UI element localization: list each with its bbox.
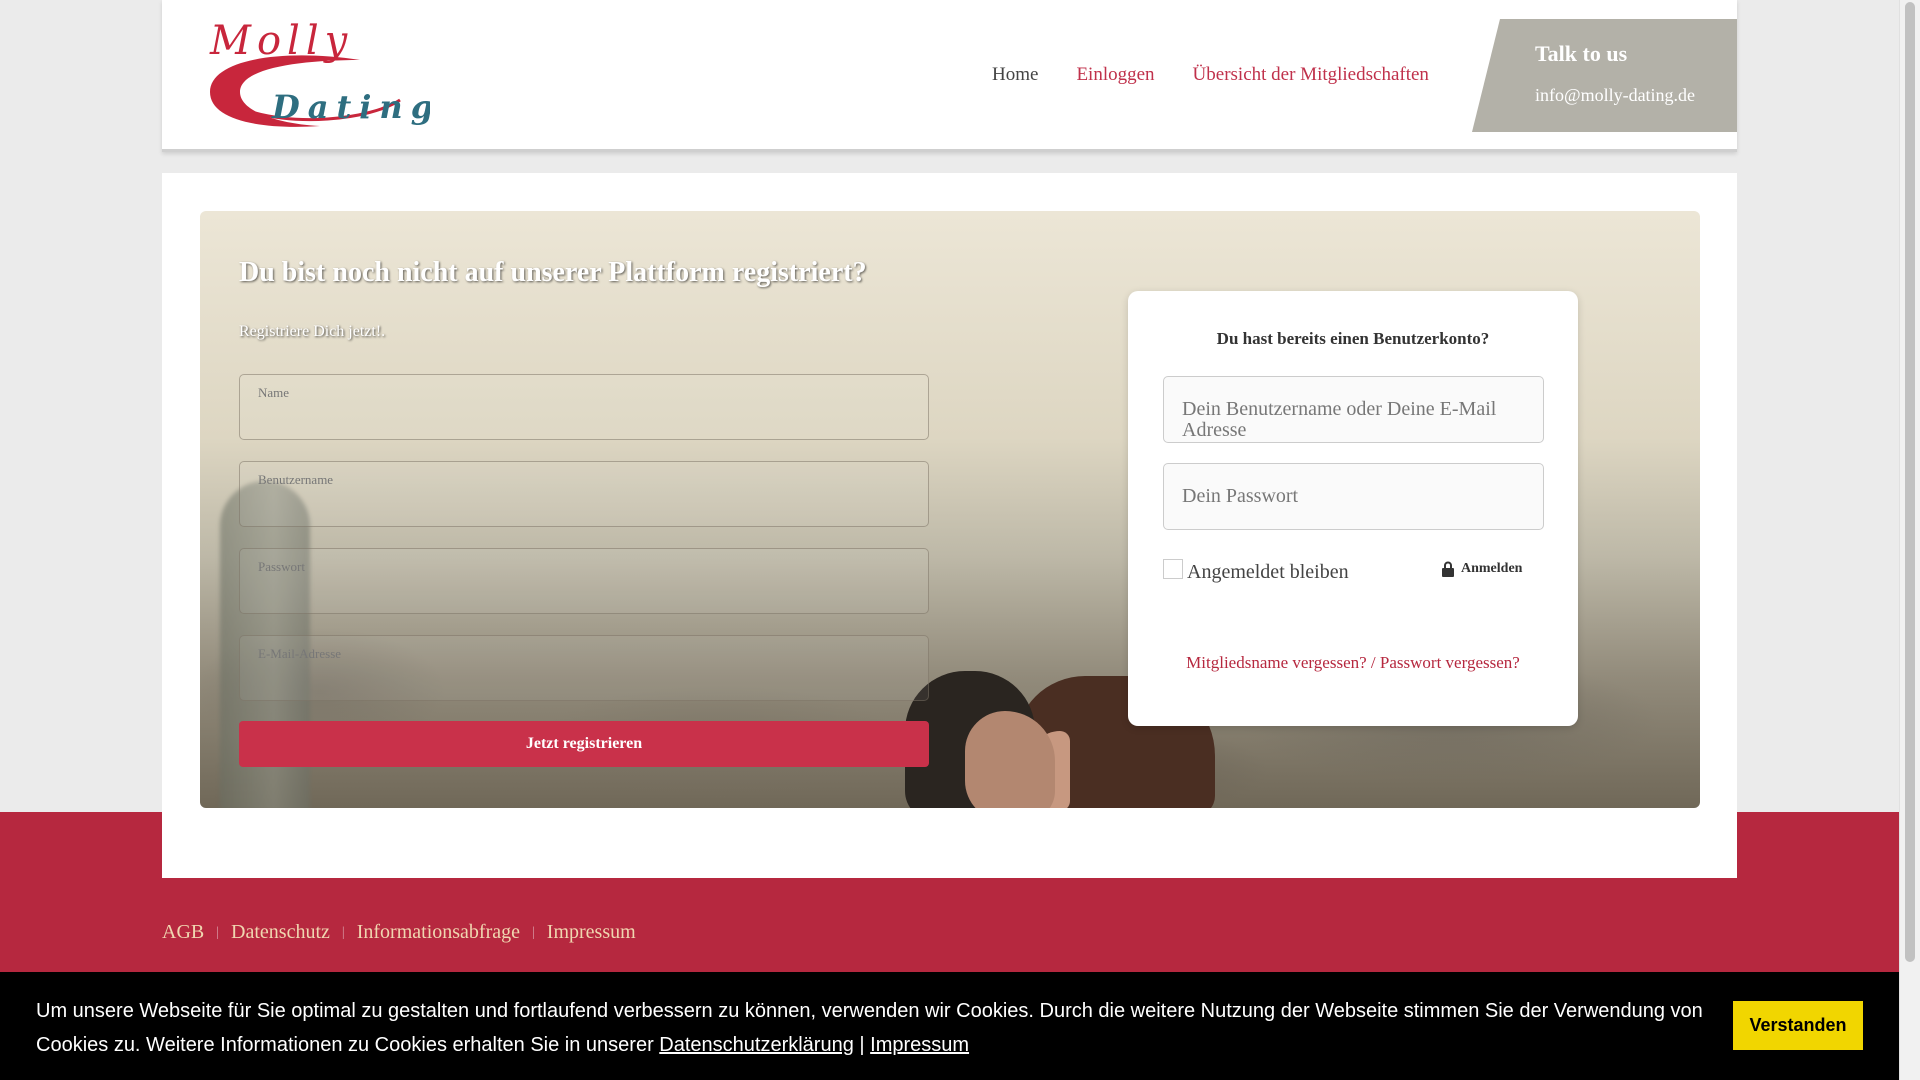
login-button[interactable]: Anmelden <box>1441 561 1522 577</box>
login-title: Du hast bereits einen Benutzerkonto? <box>1216 329 1490 348</box>
email-field-label: E-Mail-Adresse <box>258 646 342 661</box>
main-nav: Home Einloggen Übersicht der Mitgliedsch… <box>992 64 1429 86</box>
talk-title: Talk to us <box>1535 41 1628 66</box>
logo-line2: Dating <box>271 88 430 126</box>
forgot-separator: / <box>1366 653 1380 672</box>
register-button[interactable]: Jetzt registrieren <box>239 721 929 767</box>
login-username-input[interactable]: Dein Benutzername oder Deine E-Mail Adre… <box>1163 376 1544 443</box>
cookie-privacy-link[interactable]: Datenschutzerklärung <box>659 1034 854 1056</box>
password-field-label: Passwort <box>258 559 305 574</box>
cookie-accept-button[interactable]: Verstanden <box>1733 1001 1863 1050</box>
register-title: Du bist noch nicht auf unserer Plattform… <box>239 257 867 288</box>
cookie-text: Um unsere Webseite für Sie optimal zu ge… <box>36 994 1726 1062</box>
main-content: Du bist noch nicht auf unserer Plattform… <box>162 173 1737 878</box>
footer-imprint[interactable]: Impressum <box>547 921 636 944</box>
nav-login[interactable]: Einloggen <box>1076 64 1154 86</box>
username-field-label: Benutzername <box>258 472 334 487</box>
footer-links: AGB | Datenschutz | Informationsabfrage … <box>162 921 636 944</box>
password-field[interactable]: Passwort <box>239 548 929 614</box>
footer-agb[interactable]: AGB <box>162 921 204 944</box>
footer-info[interactable]: Informationsabfrage <box>357 921 520 944</box>
footer-separator: | <box>531 924 535 940</box>
remember-me-checkbox[interactable] <box>1163 559 1183 579</box>
footer-separator: | <box>341 924 345 940</box>
name-field[interactable]: Name <box>239 374 929 440</box>
talk-email[interactable]: info@molly-dating.de <box>1535 85 1695 106</box>
scrollbar[interactable] <box>1899 0 1920 1080</box>
remember-me-label[interactable]: Angemeldet bleiben <box>1187 561 1349 584</box>
talk-to-us-box: Talk to us info@molly-dating.de <box>1472 19 1737 132</box>
scrollbar-thumb[interactable] <box>1905 2 1915 962</box>
site-header: Molly Dating Home Einloggen Übersicht de… <box>162 0 1737 152</box>
forgot-password-link[interactable]: Passwort vergessen? <box>1380 653 1520 672</box>
footer-privacy[interactable]: Datenschutz <box>231 921 330 944</box>
forgot-links: Mitgliedsname vergessen? / Passwort verg… <box>1128 653 1578 673</box>
register-subtitle: Registriere Dich jetzt!. <box>239 323 386 340</box>
name-field-label: Name <box>258 385 290 400</box>
forgot-username-link[interactable]: Mitgliedsname vergessen? <box>1186 653 1367 672</box>
email-field[interactable]: E-Mail-Adresse <box>239 635 929 701</box>
cookie-banner: Um unsere Webseite für Sie optimal zu ge… <box>0 972 1899 1080</box>
molly-dating-logo[interactable]: Molly Dating <box>200 18 433 140</box>
remember-me: Angemeldet bleiben <box>1163 559 1349 584</box>
username-field[interactable]: Benutzername <box>239 461 929 527</box>
logo-line1: Molly <box>209 20 353 64</box>
cookie-imprint-link[interactable]: Impressum <box>870 1034 969 1056</box>
lock-icon <box>1442 561 1454 577</box>
cookie-separator: | <box>853 1034 871 1056</box>
login-card: Du hast bereits einen Benutzerkonto? Dei… <box>1128 291 1578 726</box>
login-button-label: Anmelden <box>1461 561 1523 576</box>
login-password-input[interactable]: Dein Passwort <box>1163 463 1544 530</box>
hero-section: Du bist noch nicht auf unserer Plattform… <box>200 211 1700 808</box>
footer-separator: | <box>216 924 220 940</box>
nav-memberships[interactable]: Übersicht der Mitgliedschaften <box>1193 64 1429 86</box>
nav-home[interactable]: Home <box>992 64 1038 86</box>
